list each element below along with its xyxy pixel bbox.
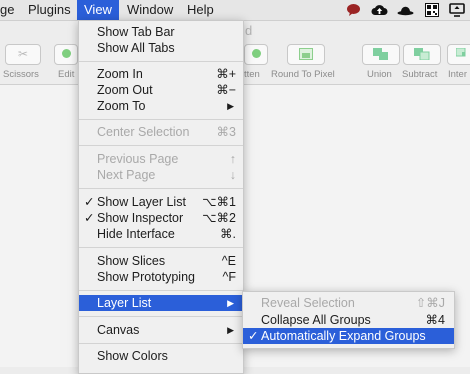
menu-item-show-inspector[interactable]: ✓ Show Inspector ⌥⌘2	[79, 210, 243, 226]
union-icon	[373, 48, 388, 60]
menu-item-label: Reveal Selection	[261, 296, 355, 310]
menu-item-label: Show Inspector	[97, 211, 184, 225]
speech-bubble-icon[interactable]	[346, 3, 361, 17]
screen-share-icon[interactable]	[449, 3, 465, 17]
menu-item-show-colors[interactable]: Show Colors	[79, 348, 243, 364]
menu-item-label: Zoom In	[97, 67, 143, 81]
menu-item-next-page: Next Page ↓	[79, 167, 243, 183]
menu-item-label: Layer List	[97, 296, 152, 310]
submenu-arrow-icon: ▶	[227, 101, 234, 111]
scissors-button[interactable]: ✂	[5, 44, 41, 65]
toolbar-label-scissors: Scissors	[3, 69, 39, 80]
checkmark-icon: ✓	[248, 329, 259, 343]
menu-separator	[79, 145, 243, 146]
intersect-icon	[456, 48, 466, 57]
menu-item-show-slices[interactable]: Show Slices ^E	[79, 253, 243, 269]
menu-item-label: Zoom To	[97, 99, 146, 113]
menu-separator	[79, 343, 243, 344]
edit-button[interactable]	[54, 44, 78, 65]
toolbar-label-flatten: tten	[244, 69, 260, 80]
menu-separator	[79, 119, 243, 120]
menu-item-shortcut: ⌘−	[216, 83, 236, 97]
menu-item-shortcut: ^E	[221, 254, 236, 268]
menu-item-zoom-to[interactable]: Zoom To ▶	[79, 98, 243, 114]
menu-item-label: Show Colors	[97, 349, 168, 363]
scissors-icon: ✂	[17, 47, 29, 61]
menu-item-canvas[interactable]: Canvas ▶	[79, 322, 243, 338]
menu-item-label: Show Layer List	[97, 195, 186, 209]
menu-item-label: Zoom Out	[97, 83, 153, 97]
menu-item-label: Show Slices	[97, 254, 166, 268]
menubar-item-plugins[interactable]: Plugins	[21, 0, 78, 20]
menu-item-label: Show Tab Bar	[97, 25, 175, 39]
menu-item-shortcut: ⌥⌘1	[202, 195, 236, 209]
cloud-upload-icon[interactable]	[371, 3, 388, 17]
menu-item-show-all-tabs[interactable]: Show All Tabs	[79, 40, 243, 56]
menu-bar: ge Plugins View Window Help	[0, 0, 470, 21]
intersect-button[interactable]	[447, 44, 470, 65]
menu-item-label: Automatically Expand Groups	[261, 329, 426, 343]
menu-separator	[79, 61, 243, 62]
layer-list-submenu: Reveal Selection ⇧⌘J Collapse All Groups…	[242, 291, 455, 349]
bowler-hat-icon[interactable]	[397, 3, 414, 17]
toolbar-label-subtract: Subtract	[402, 69, 438, 80]
menubar-item-edge[interactable]: ge	[0, 0, 21, 20]
menu-item-shortcut: ⌘.	[220, 227, 236, 241]
view-menu: Show Tab Bar Show All Tabs Zoom In ⌘+ Zo…	[78, 20, 244, 374]
menubar-item-window[interactable]: Window	[120, 0, 180, 20]
toolbar-label-edit: Edit	[58, 69, 75, 80]
menu-item-hide-interface[interactable]: Hide Interface ⌘.	[79, 226, 243, 242]
toolbar-label-round-to-pixel: Round To Pixel	[271, 69, 335, 80]
menu-item-shortcut: ↓	[229, 168, 236, 182]
menu-item-previous-page: Previous Page ↑	[79, 151, 243, 167]
subtract-button[interactable]	[403, 44, 441, 65]
menu-item-label: Canvas	[97, 323, 140, 337]
round-to-pixel-button[interactable]	[287, 44, 325, 65]
edit-icon	[62, 49, 71, 58]
menu-item-reveal-selection: Reveal Selection ⇧⌘J	[243, 295, 454, 311]
menu-item-label: Hide Interface	[97, 227, 175, 241]
menu-item-shortcut: ^F	[222, 270, 236, 284]
menu-separator	[79, 188, 243, 189]
menu-item-center-selection: Center Selection ⌘3	[79, 124, 243, 140]
menubar-item-view[interactable]: View	[77, 0, 119, 20]
menu-item-show-tab-bar[interactable]: Show Tab Bar	[79, 24, 243, 40]
menu-item-zoom-out[interactable]: Zoom Out ⌘−	[79, 82, 243, 98]
menubar-item-help[interactable]: Help	[180, 0, 221, 20]
flatten-icon	[252, 49, 261, 58]
toolbar-label-intersect: Inter	[448, 69, 468, 80]
menu-item-show-layer-list[interactable]: ✓ Show Layer List ⌥⌘1	[79, 194, 243, 210]
menu-item-zoom-in[interactable]: Zoom In ⌘+	[79, 66, 243, 82]
submenu-arrow-icon: ▶	[227, 298, 234, 308]
menu-item-shortcut: ↑	[229, 152, 236, 166]
menu-item-shortcut: ⌘4	[425, 313, 445, 327]
toolbar-label-union: Union	[367, 69, 392, 80]
subtract-icon	[414, 48, 430, 60]
menu-item-label: Show All Tabs	[97, 41, 175, 55]
menu-item-show-prototyping[interactable]: Show Prototyping ^F	[79, 269, 243, 285]
menu-item-label: Center Selection	[97, 125, 190, 139]
menu-item-layer-list[interactable]: Layer List ▶	[79, 295, 243, 311]
menu-separator	[79, 316, 243, 317]
menu-item-label: Show Prototyping	[97, 270, 195, 284]
menu-item-shortcut: ⌘3	[216, 125, 236, 139]
union-button[interactable]	[362, 44, 400, 65]
menu-item-label: Collapse All Groups	[261, 313, 371, 327]
checkmark-icon: ✓	[84, 211, 95, 225]
menu-item-label: Next Page	[97, 168, 156, 182]
window-title: d	[245, 23, 253, 38]
flatten-button[interactable]	[244, 44, 268, 65]
submenu-arrow-icon: ▶	[227, 325, 234, 335]
round-to-pixel-icon	[299, 48, 313, 60]
checkmark-icon: ✓	[84, 195, 95, 209]
qr-code-icon[interactable]	[425, 3, 439, 17]
menu-item-shortcut: ⌥⌘2	[202, 211, 236, 225]
menu-item-collapse-all-groups[interactable]: Collapse All Groups ⌘4	[243, 312, 454, 328]
menu-separator	[79, 247, 243, 248]
menu-separator	[79, 290, 243, 291]
menu-item-label: Previous Page	[97, 152, 179, 166]
menu-item-shortcut: ⌘+	[216, 67, 236, 81]
menu-item-shortcut: ⇧⌘J	[415, 296, 445, 310]
menu-item-automatically-expand-groups[interactable]: ✓ Automatically Expand Groups	[243, 328, 454, 344]
